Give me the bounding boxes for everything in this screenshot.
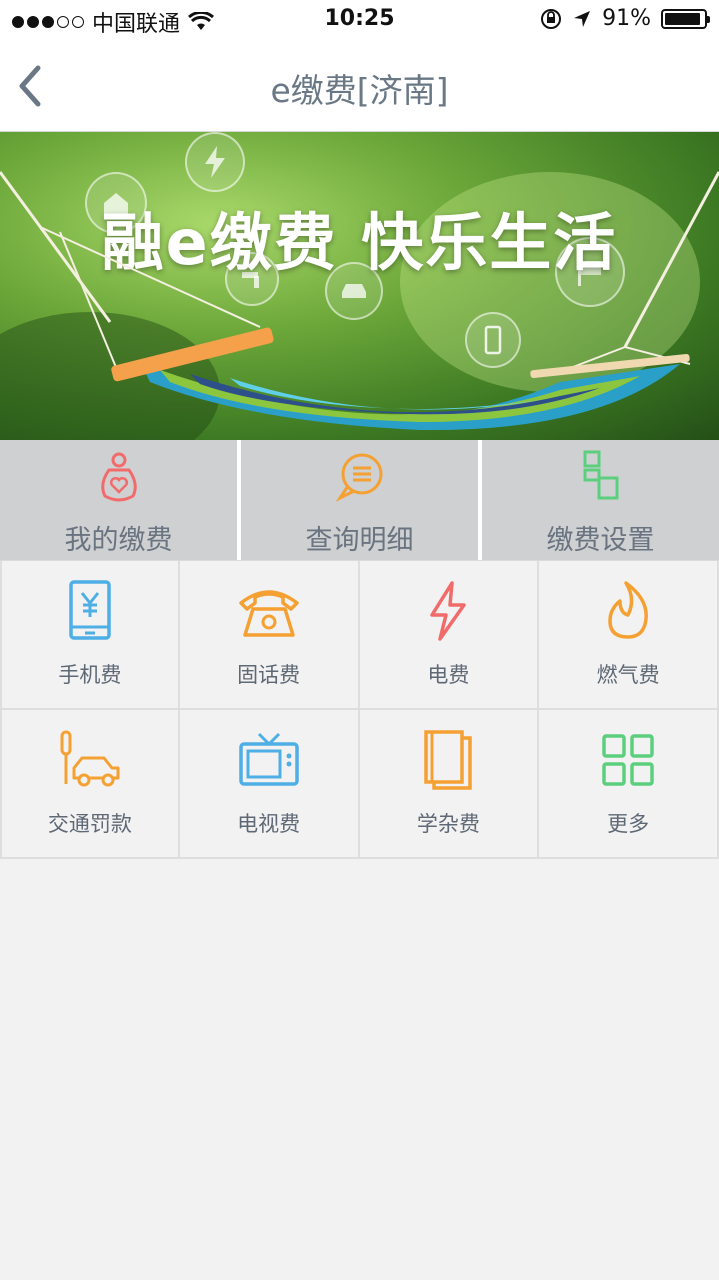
page-title: e缴费[济南] bbox=[270, 71, 449, 110]
mobile-yen-icon bbox=[69, 580, 111, 640]
telephone-icon bbox=[238, 590, 299, 637]
service-gas-fee[interactable]: 燃气费 bbox=[539, 561, 719, 710]
hammock-illustration bbox=[0, 171, 719, 431]
location-arrow-icon bbox=[574, 10, 591, 27]
tab-label: 我的缴费 bbox=[64, 525, 173, 556]
traffic-car-icon bbox=[60, 730, 120, 787]
service-landline-fee[interactable]: 固话费 bbox=[179, 561, 360, 710]
status-bar: 中国联通 10:25 91% bbox=[0, 0, 719, 40]
chat-list-icon bbox=[335, 453, 382, 502]
service-more[interactable]: 更多 bbox=[539, 710, 719, 859]
battery-fill bbox=[665, 12, 700, 25]
services-grid: 手机费 固话费 电费 燃气费 交通罚款 电视费 学杂费 更多 bbox=[0, 560, 719, 859]
settings-blocks-icon bbox=[583, 450, 618, 500]
tab-my-payments[interactable]: 我的缴费 bbox=[0, 440, 237, 560]
navigation-bar: e缴费[济南] bbox=[0, 40, 719, 132]
service-label: 电费 bbox=[427, 663, 470, 687]
service-label: 燃气费 bbox=[596, 663, 660, 687]
heart-person-icon bbox=[100, 452, 137, 502]
rotation-lock-icon bbox=[541, 8, 562, 29]
service-label: 手机费 bbox=[58, 663, 122, 687]
service-mobile-fee[interactable]: 手机费 bbox=[0, 561, 180, 710]
lightning-icon bbox=[430, 581, 467, 641]
battery-icon bbox=[661, 8, 710, 29]
flame-icon bbox=[608, 581, 648, 639]
tv-icon bbox=[238, 732, 299, 786]
promo-banner[interactable]: 融e缴费 快乐生活 bbox=[0, 132, 719, 440]
service-tv-fee[interactable]: 电视费 bbox=[179, 710, 360, 859]
main-tabs: 我的缴费 查询明细 缴费设置 bbox=[0, 440, 719, 560]
books-icon bbox=[424, 730, 473, 790]
tab-label: 查询明细 bbox=[305, 525, 414, 556]
service-label: 电视费 bbox=[237, 812, 301, 836]
tab-payment-settings[interactable]: 缴费设置 bbox=[482, 440, 719, 560]
battery-percent: 91% bbox=[602, 6, 651, 31]
tab-label: 缴费设置 bbox=[546, 525, 655, 556]
grid-more-icon bbox=[602, 734, 654, 786]
service-electricity-fee[interactable]: 电费 bbox=[359, 561, 540, 710]
service-tuition-fee[interactable]: 学杂费 bbox=[359, 710, 540, 859]
status-right: 91% bbox=[540, 6, 710, 31]
service-label: 交通罚款 bbox=[47, 812, 132, 836]
service-label: 固话费 bbox=[237, 663, 301, 687]
tab-query-details[interactable]: 查询明细 bbox=[241, 440, 478, 560]
service-label: 学杂费 bbox=[416, 812, 480, 836]
service-traffic-fine[interactable]: 交通罚款 bbox=[0, 710, 180, 859]
service-label: 更多 bbox=[607, 812, 650, 836]
